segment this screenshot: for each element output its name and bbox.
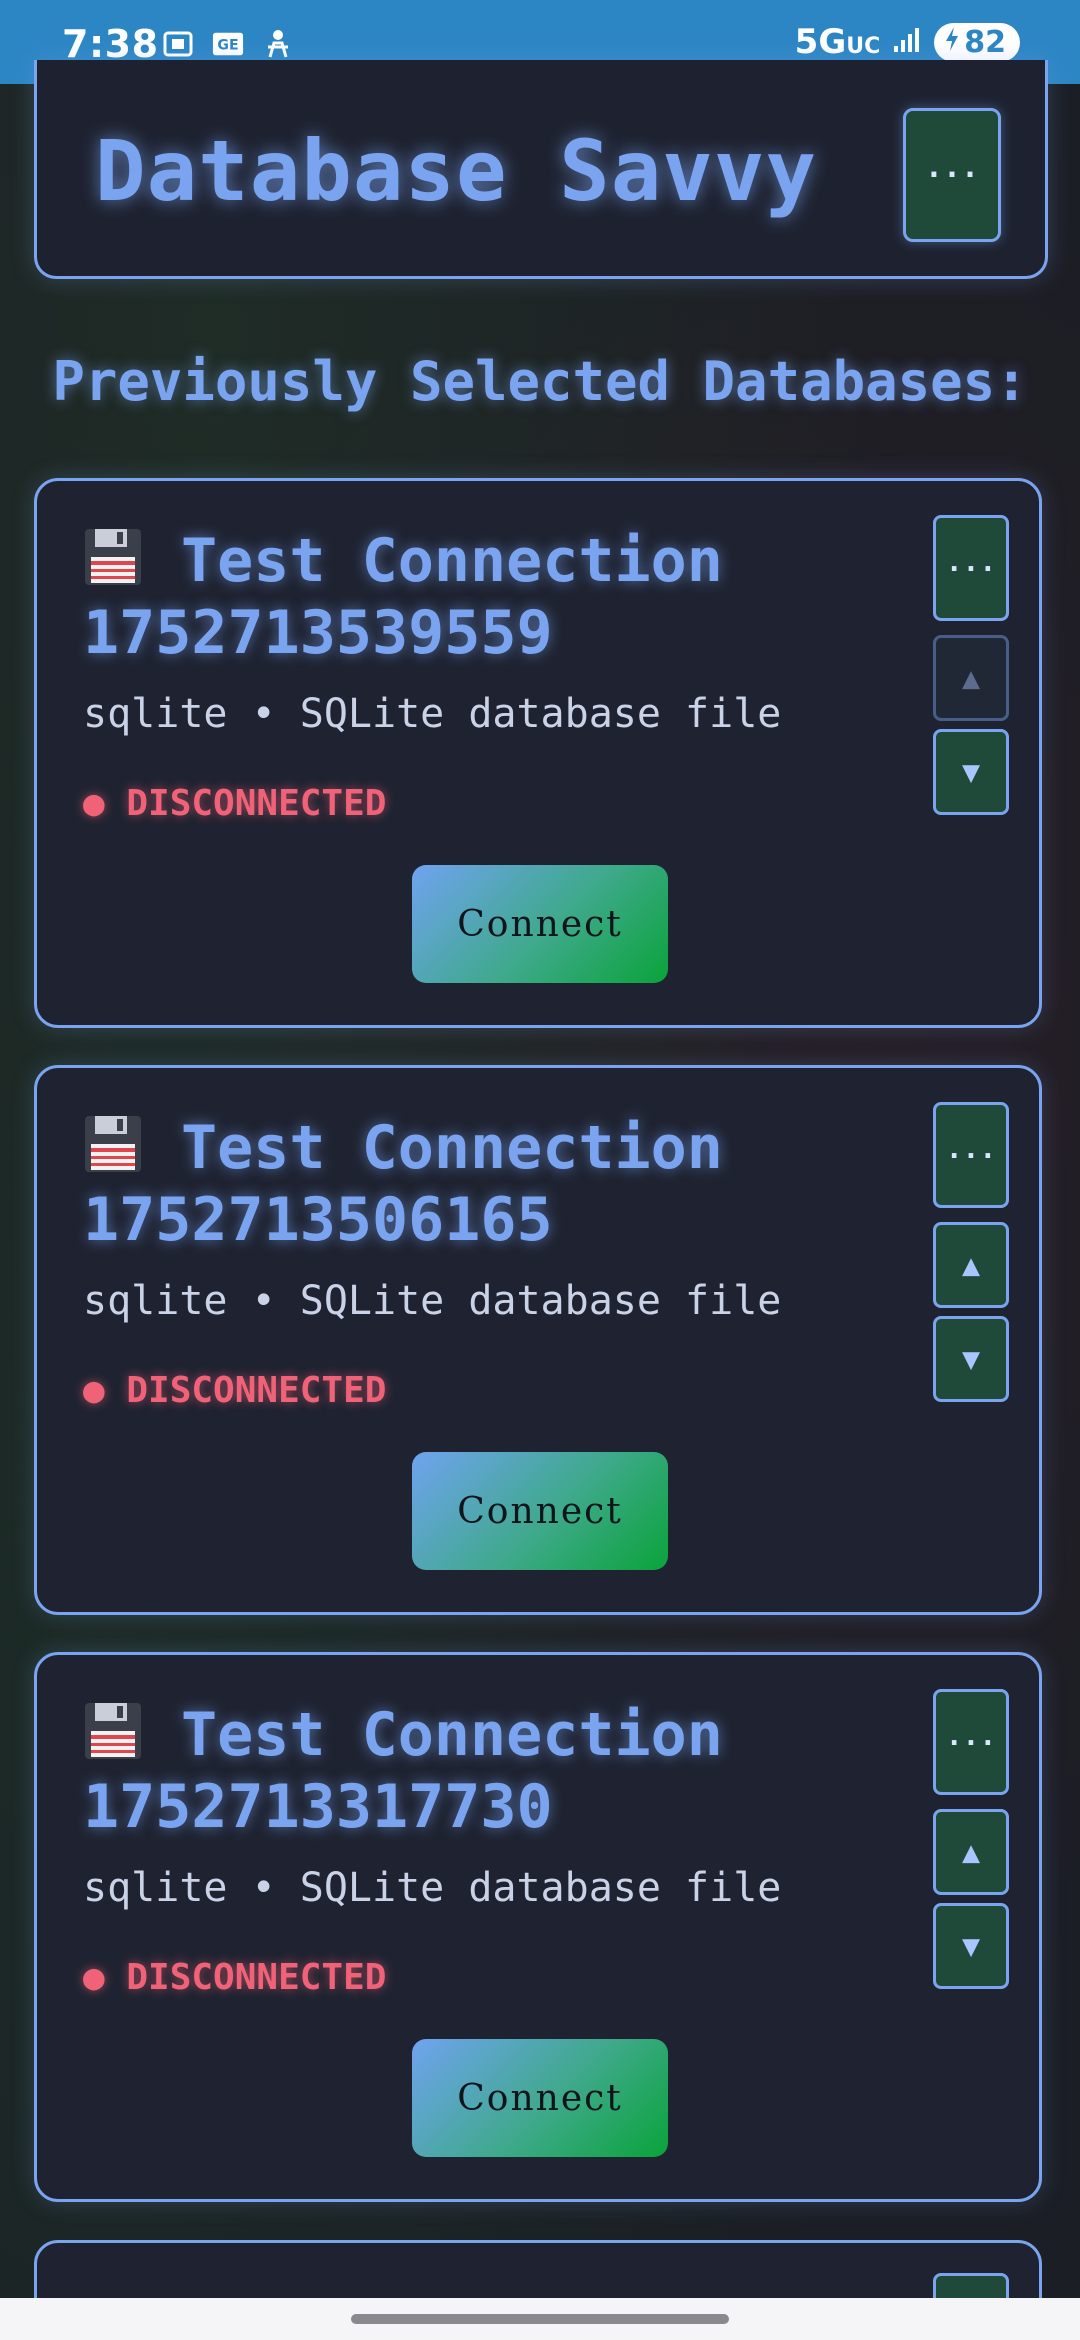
svg-text:GE: GE [217,38,238,54]
connection-title: Test Connection 1752713317730 [83,1699,943,1843]
navigation-bar [0,2298,1080,2340]
connection-more-button[interactable]: ··· [933,1102,1009,1208]
connection-more-button[interactable]: ··· [933,515,1009,621]
move-down-button[interactable]: ▼ [933,729,1009,815]
connection-status: ● DISCONNECTED [83,1370,387,1411]
connect-button[interactable]: Connect [412,1452,668,1570]
connect-button[interactable]: Connect [412,865,668,983]
connection-name: Test Connection [181,526,723,596]
charging-icon [944,25,960,60]
connection-title: Test Connection 1752713539559 [83,525,943,669]
connection-title: Test Connection 1752713506165 [83,1112,943,1256]
connection-id: 1752713317730 [83,1772,553,1842]
battery-indicator: 82 [934,22,1020,62]
network-label: 5GUC [794,22,881,62]
connection-name: Test Connection [181,1700,723,1770]
app-menu-button[interactable]: ··· [903,108,1001,242]
connection-meta: sqlite • SQLite database file [83,1278,782,1324]
connection-name: Test Connection [181,1113,723,1183]
connection-id: 1752713539559 [83,598,553,668]
section-title: Previously Selected Databases: [52,350,1028,413]
floppy-disk-icon [85,1116,141,1172]
status-icons-right: 5GUC 82 [795,22,1020,62]
connection-card: Test Connection 1752713506165 sqlite • SQ… [34,1065,1042,1615]
app-header: Database Savvy ··· [34,60,1048,279]
move-down-button[interactable]: ▼ [933,1316,1009,1402]
home-gesture-handle[interactable] [351,2314,729,2324]
move-up-button[interactable]: ▲ [933,1222,1009,1308]
screenshot-icon [162,30,194,58]
move-down-button[interactable]: ▼ [933,1903,1009,1989]
ge-badge-icon: GE [212,30,244,58]
connection-meta: sqlite • SQLite database file [83,691,782,737]
connection-id: 1752713506165 [83,1185,553,1255]
move-up-button[interactable]: ▲ [933,1809,1009,1895]
connection-card: Test Connection 1752713317730 sqlite • SQ… [34,1652,1042,2202]
battery-level: 82 [964,24,1006,60]
accessibility-icon [262,30,294,58]
move-up-button[interactable]: ▲ [933,635,1009,721]
signal-icon [892,26,922,58]
connection-meta: sqlite • SQLite database file [83,1865,782,1911]
status-icons-left: GE [162,30,294,58]
connection-more-button[interactable]: ··· [933,1689,1009,1795]
floppy-disk-icon [85,529,141,585]
app-title: Database Savvy [95,122,818,220]
more-icon: ··· [924,157,980,193]
connection-card: Test Connection 1752713539559 sqlite • SQ… [34,478,1042,1028]
connection-status: ● DISCONNECTED [83,1957,387,1998]
connect-button[interactable]: Connect [412,2039,668,2157]
floppy-disk-icon [85,1703,141,1759]
connection-status: ● DISCONNECTED [83,783,387,824]
